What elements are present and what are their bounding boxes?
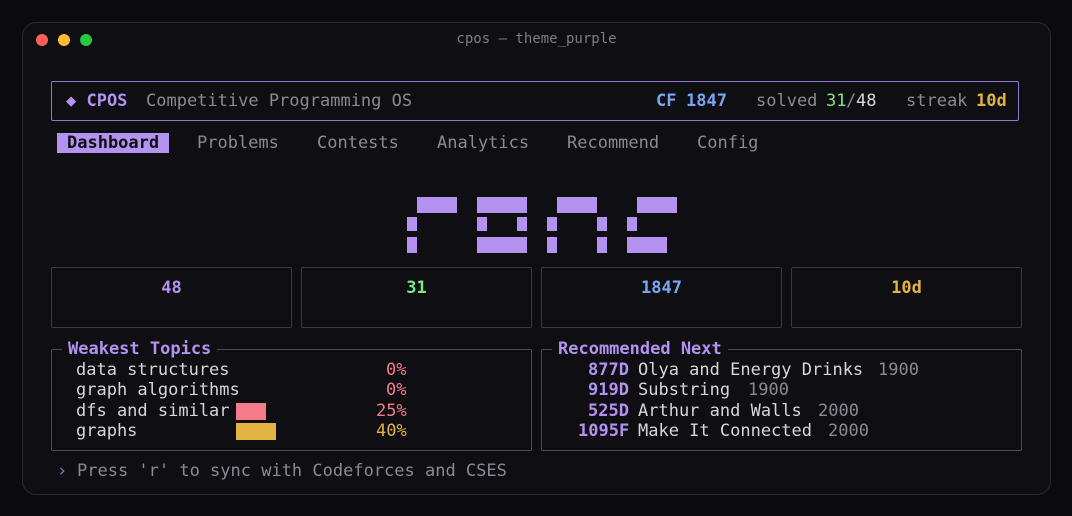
window-title: cpos — theme_purple <box>456 31 617 47</box>
stat-value: 1847 <box>641 278 682 298</box>
topic-name: graphs <box>76 421 138 441</box>
problem-id: 1095F <box>578 421 630 441</box>
stat-streak: 10d <box>791 267 1022 328</box>
problem-rating: 2000 <box>818 401 859 421</box>
stat-rating: 1847 <box>541 267 782 328</box>
prompt-chevron-icon: › <box>57 461 68 481</box>
terminal-window: cpos — theme_purple ◆ CPOS Competitive P… <box>22 22 1051 495</box>
topic-percent: 40% <box>376 421 407 441</box>
app-subtitle: Competitive Programming OS <box>146 91 413 111</box>
topic-name: data structures <box>76 360 230 380</box>
topic-percent: 0% <box>386 380 407 400</box>
cf-rating: 1847 <box>686 91 727 111</box>
topic-percent: 0% <box>386 360 407 380</box>
problem-name: Olya and Energy Drinks <box>638 360 864 380</box>
header-bar: ◆ CPOS Competitive Programming OS CF 184… <box>51 81 1019 121</box>
solved-total: 48 <box>856 91 877 111</box>
problem-name: Substring <box>638 380 731 400</box>
problem-id: 525D <box>588 401 629 421</box>
weakest-topics-panel: Weakest Topics data structures 0% graph … <box>51 339 532 451</box>
tab-analytics[interactable]: Analytics <box>437 133 529 153</box>
recommended-panel: Recommended Next 877D Olya and Energy Dr… <box>541 339 1022 451</box>
panel-title: Recommended Next <box>552 339 728 359</box>
streak-value: 10d <box>976 91 1007 111</box>
solved-separator: / <box>846 91 857 111</box>
stat-value: 48 <box>161 278 182 298</box>
problem-rating: 2000 <box>828 421 869 441</box>
solved-count: 31 <box>826 91 847 111</box>
stat-value: 31 <box>406 278 427 298</box>
problem-id: 919D <box>588 380 629 400</box>
panel-title: Weakest Topics <box>62 339 218 359</box>
stat-total-problems: 48 <box>51 267 292 328</box>
streak-label: streak <box>906 91 968 111</box>
tab-recommend[interactable]: Recommend <box>567 133 659 153</box>
sync-hint: Press 'r' to sync with Codeforces and CS… <box>77 461 507 481</box>
topic-progress-bar <box>236 423 276 440</box>
topic-progress-bar <box>236 403 266 420</box>
cf-label: CF <box>656 91 677 111</box>
stat-value: 10d <box>891 278 922 298</box>
topic-name: dfs and similar <box>76 401 230 421</box>
tab-config[interactable]: Config <box>697 133 758 153</box>
tab-contests[interactable]: Contests <box>317 133 399 153</box>
topic-name: graph algorithms <box>76 380 240 400</box>
problem-name: Make It Connected <box>638 421 812 441</box>
problem-name: Arthur and Walls <box>638 401 802 421</box>
tab-dashboard[interactable]: Dashboard <box>57 133 170 153</box>
brand-logo: ◆ CPOS <box>66 91 128 111</box>
solved-label: solved <box>756 91 818 111</box>
stat-solved: 31 <box>301 267 532 328</box>
problem-id: 877D <box>588 360 629 380</box>
problem-rating: 1900 <box>878 360 919 380</box>
topic-percent: 25% <box>376 401 407 421</box>
tab-problems[interactable]: Problems <box>197 133 279 153</box>
problem-rating: 1900 <box>748 380 789 400</box>
